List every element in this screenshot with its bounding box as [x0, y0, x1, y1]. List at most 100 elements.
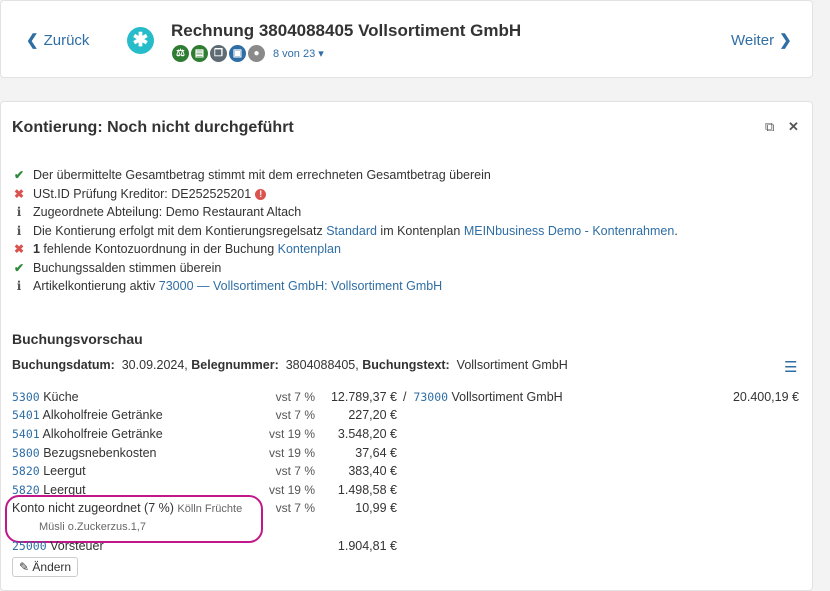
header-card: ❮ Zurück ✱ Rechnung 3804088405 Vollsorti…: [0, 0, 813, 78]
status-icon-bar: ⚖ ▤ ❐ ▣ ● 8 von 23 ▾: [172, 45, 324, 62]
check-text: .: [674, 224, 678, 238]
back-label: Zurück: [43, 31, 90, 49]
account-number[interactable]: 5800: [12, 446, 40, 460]
comment-icon[interactable]: ●: [248, 45, 265, 62]
check-text: USt.ID Prüfung Kreditor: DE252525201: [33, 187, 252, 201]
account-name: Alkoholfreie Getränke: [42, 427, 163, 441]
check-item: i Zugeordnete Abteilung: Demo Restaurant…: [12, 205, 302, 219]
receipt-value: 3804088405: [285, 358, 356, 372]
chevron-left-icon: ❮: [26, 32, 39, 49]
preview-title: Buchungsvorschau: [12, 331, 143, 347]
booking-row: 25000 Vorsteuer 1.904,81 €: [1, 539, 814, 557]
booking-row: 5401 Alkoholfreie Getränke vst 7 % 227,2…: [1, 408, 814, 426]
credit-amount: 20.400,19 €: [732, 390, 799, 404]
panel-title: Kontierung: Noch nicht durchgeführt: [12, 119, 294, 136]
amount: 12.789,37 €: [330, 390, 397, 404]
check-text: Buchungssalden stimmen überein: [33, 261, 222, 275]
vat-code: vst 7 %: [275, 390, 315, 404]
credit-account: / 73000 Vollsortiment GmbH: [403, 390, 563, 404]
document-icon[interactable]: ▤: [191, 45, 208, 62]
check-icon: ✔: [13, 261, 25, 275]
account-number[interactable]: 5401: [12, 427, 40, 441]
chevron-right-icon: ❯: [779, 32, 792, 49]
cross-icon: ✖: [13, 187, 25, 201]
check-text: im Kontenplan: [376, 224, 464, 238]
pencil-icon: ✎: [19, 560, 30, 574]
vat-code: vst 7 %: [275, 501, 315, 515]
amount: 37,64 €: [355, 446, 397, 460]
info-icon: i: [16, 205, 22, 219]
date-label: Buchungsdatum:: [12, 358, 115, 372]
account-number[interactable]: 5820: [12, 464, 40, 478]
vat-code: vst 19 %: [268, 483, 315, 497]
money-icon[interactable]: ▣: [229, 45, 246, 62]
text-label: Buchungstext:: [362, 358, 450, 372]
check-text: Zugeordnete Abteilung: Demo Restaurant A…: [33, 205, 302, 219]
amount: 1.498,58 €: [337, 483, 397, 497]
text-value: Vollsortiment GmbH: [456, 358, 568, 372]
account-number[interactable]: 5300: [12, 390, 40, 404]
info-icon: i: [16, 224, 22, 238]
amount: 1.904,81 €: [337, 539, 397, 553]
account-name: Bezugsnebenkosten: [43, 446, 157, 460]
vat-code: vst 7 %: [275, 408, 315, 422]
check-text: Artikelkontierung aktiv: [33, 279, 159, 293]
edit-button[interactable]: ✎ Ändern: [12, 557, 79, 577]
kontenplan-link[interactable]: Kontenplan: [278, 242, 341, 256]
article-account-link[interactable]: 73000 — Vollsortiment GmbH: Vollsortimen…: [159, 279, 442, 293]
highlight-annotation: [5, 495, 263, 543]
edit-label: Ändern: [32, 560, 72, 574]
check-text: fehlende Kontozuordnung in der Buchung: [39, 242, 278, 256]
booking-row: 5300 Küche vst 7 % 12.789,37 € / 73000 V…: [1, 390, 814, 408]
chart-of-accounts-link[interactable]: MEINbusiness Demo - Kontenrahmen: [464, 224, 675, 238]
posting-meta: Buchungsdatum: 30.09.2024, Belegnummer: …: [12, 358, 568, 372]
close-icon[interactable]: ✕: [788, 119, 799, 135]
credit-account-number[interactable]: 73000: [413, 390, 448, 404]
amount: 383,40 €: [348, 464, 397, 478]
ruleset-link[interactable]: Standard: [326, 224, 377, 238]
cross-icon: ✖: [13, 242, 25, 256]
check-item: ✔ Der übermittelte Gesamtbetrag stimmt m…: [12, 168, 491, 182]
amount: 10,99 €: [355, 501, 397, 515]
info-icon: i: [16, 279, 22, 293]
check-item: i Die Kontierung erfolgt mit dem Kontier…: [12, 224, 678, 238]
check-item: ✔ Buchungssalden stimmen überein: [12, 261, 221, 275]
next-label: Weiter: [731, 31, 775, 49]
account-name: Leergut: [43, 464, 86, 478]
caret-down-icon: ▾: [318, 48, 324, 60]
amount: 227,20 €: [348, 408, 397, 422]
check-icon: ✔: [13, 168, 25, 182]
copy-icon[interactable]: ❐: [210, 45, 227, 62]
vat-code: vst 19 %: [268, 427, 315, 441]
check-item: i Artikelkontierung aktiv 73000 — Vollso…: [12, 279, 443, 293]
back-button[interactable]: ❮ Zurück: [26, 31, 90, 50]
check-item: ✖ USt.ID Prüfung Kreditor: DE252525201 !: [12, 187, 267, 201]
date-value: 30.09.2024: [121, 358, 185, 372]
invoice-counter[interactable]: 8 von 23 ▾: [273, 47, 324, 60]
page-title: Rechnung 3804088405 Vollsortiment GmbH: [171, 21, 522, 40]
warning-icon: !: [255, 188, 267, 200]
account-number[interactable]: 5401: [12, 408, 40, 422]
scales-icon[interactable]: ⚖: [172, 45, 189, 62]
amount: 3.548,20 €: [337, 427, 397, 441]
check-text: Die Kontierung erfolgt mit dem Kontierun…: [33, 224, 327, 238]
app-logo-icon: ✱: [127, 27, 154, 54]
vat-code: vst 7 %: [275, 464, 315, 478]
next-button[interactable]: Weiter ❯: [731, 31, 792, 50]
hamburger-menu-icon[interactable]: ☰: [784, 358, 797, 376]
check-text: Der übermittelte Gesamtbetrag stimmt mit…: [33, 168, 491, 182]
popout-icon[interactable]: ⧉: [765, 119, 774, 135]
vat-code: vst 19 %: [268, 446, 315, 460]
credit-account-name: Vollsortiment GmbH: [451, 390, 563, 404]
account-number[interactable]: 25000: [12, 539, 47, 553]
booking-row: 5800 Bezugsnebenkosten vst 19 % 37,64 €: [1, 446, 814, 464]
account-name: Küche: [43, 390, 79, 404]
receipt-label: Belegnummer:: [191, 358, 279, 372]
booking-row: 5820 Leergut vst 7 % 383,40 €: [1, 464, 814, 482]
missing-count: 1: [33, 242, 40, 256]
posting-panel: Kontierung: Noch nicht durchgeführt ⧉ ✕ …: [0, 101, 813, 591]
booking-row: 5401 Alkoholfreie Getränke vst 19 % 3.54…: [1, 427, 814, 445]
account-name: Alkoholfreie Getränke: [42, 408, 163, 422]
check-item: ✖ 1 fehlende Kontozuordnung in der Buchu…: [12, 242, 341, 256]
account-name: Vorsteuer: [50, 539, 104, 553]
